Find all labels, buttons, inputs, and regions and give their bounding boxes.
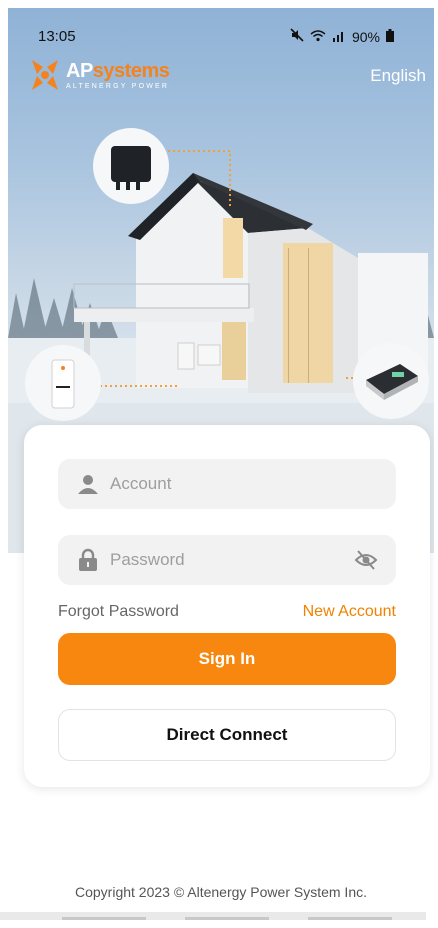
- user-icon: [76, 472, 100, 496]
- logo-ap-text: AP: [66, 59, 93, 82]
- nav-home-button[interactable]: [185, 917, 269, 920]
- nav-recents-button[interactable]: [62, 917, 146, 920]
- battery-bubble: [25, 345, 101, 421]
- signal-icon: [332, 29, 346, 45]
- account-input[interactable]: [110, 474, 340, 494]
- nav-back-button[interactable]: [308, 917, 392, 920]
- battery-icon: [386, 28, 394, 45]
- status-time: 13:05: [38, 28, 76, 45]
- language-selector[interactable]: English: [370, 66, 426, 86]
- account-field[interactable]: [58, 459, 396, 509]
- direct-connect-button[interactable]: Direct Connect: [58, 709, 396, 761]
- eye-off-icon[interactable]: [354, 549, 378, 571]
- status-icons: 90%: [290, 28, 394, 45]
- password-field[interactable]: [58, 535, 396, 585]
- mute-icon: [290, 28, 304, 45]
- copyright-text: Copyright 2023 © Altenergy Power System …: [74, 884, 367, 900]
- logo-mark-icon: [28, 58, 62, 92]
- app-screen: 13:05 90% APsystems ALTENERGY POWER Engl…: [8, 8, 434, 928]
- forgot-password-link[interactable]: Forgot Password: [58, 603, 179, 621]
- wifi-icon: [310, 29, 326, 45]
- new-account-link[interactable]: New Account: [303, 603, 396, 621]
- apsystems-logo: APsystems ALTENERGY POWER: [28, 58, 170, 92]
- logo-systems-text: systems: [92, 59, 170, 82]
- microinverter-bubble: [93, 128, 169, 204]
- ecu-bubble: [353, 343, 429, 419]
- battery-percent: 90%: [351, 28, 380, 45]
- sign-in-button[interactable]: Sign In: [58, 633, 396, 685]
- login-card: Forgot Password New Account Sign In Dire…: [24, 425, 430, 787]
- logo-tagline: ALTENERGY POWER: [66, 82, 170, 90]
- password-input[interactable]: [110, 550, 340, 570]
- lock-icon: [76, 548, 100, 572]
